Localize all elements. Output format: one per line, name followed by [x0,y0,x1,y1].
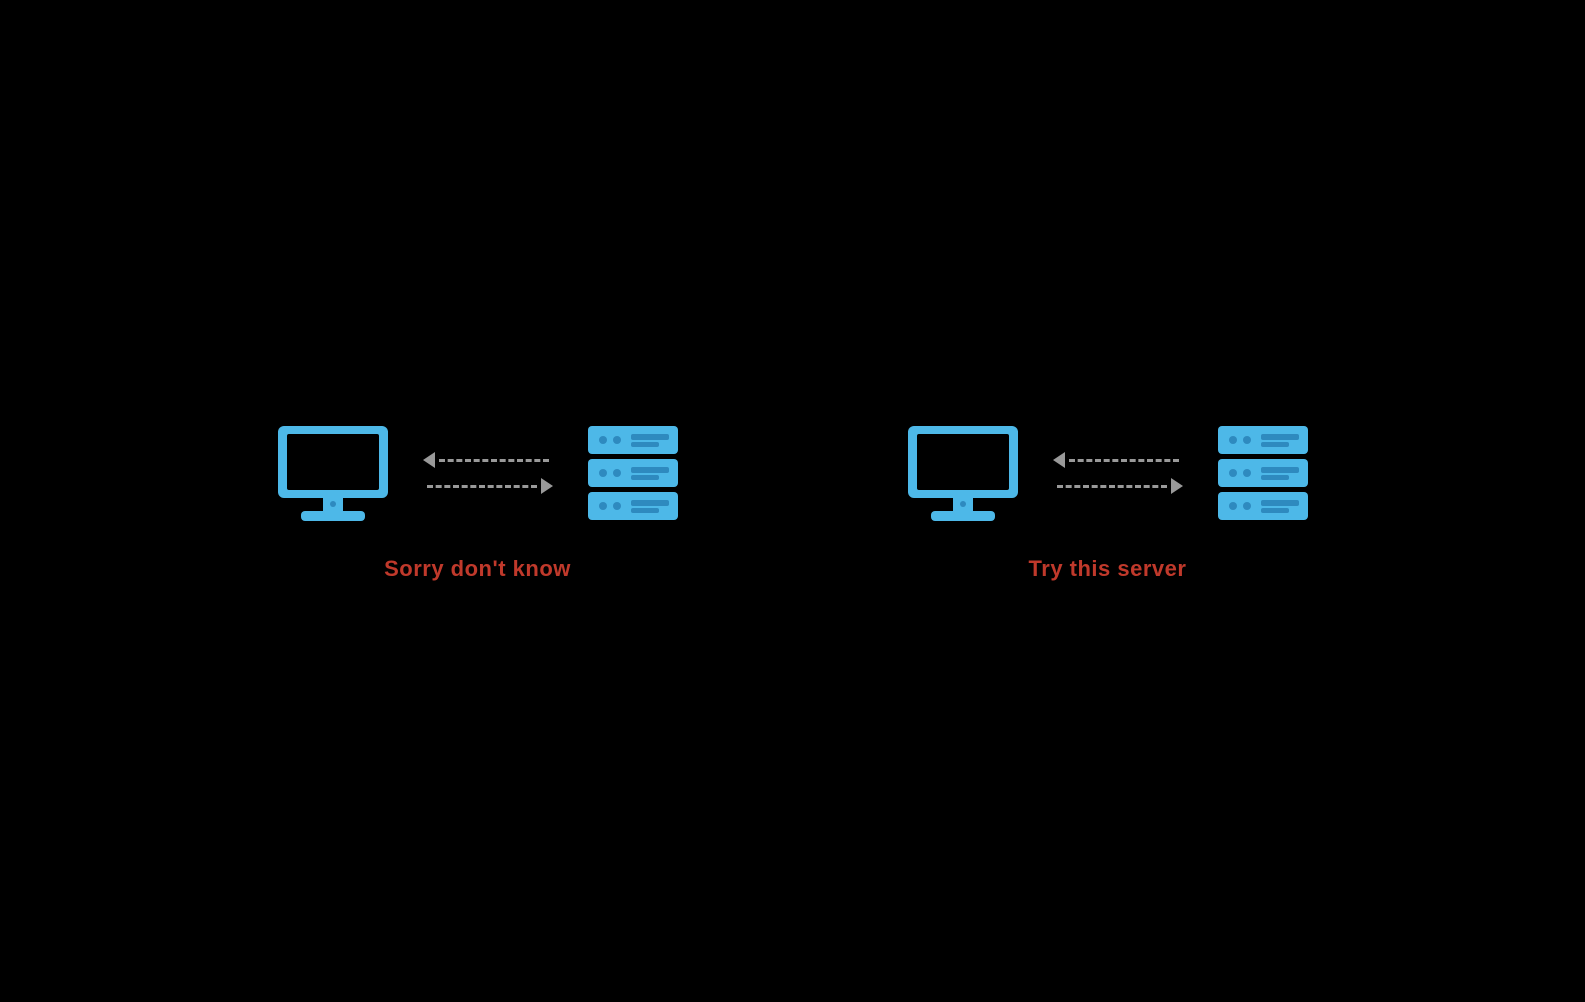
label-left: Sorry don't know [384,556,571,582]
dashed-line-forward-right [1057,485,1167,488]
dashed-line-back-right [1069,459,1179,462]
monitor-icon-left [273,421,393,526]
label-right: Try this server [1029,556,1187,582]
dashed-line-forward-left [427,485,537,488]
server-icon-left [583,421,683,526]
arrowhead-right-forward [541,478,553,494]
main-scene: Sorry don't know [273,421,1313,582]
dashed-line-back-left [439,459,549,462]
diagram-left: Sorry don't know [273,421,683,582]
arrow-back-left [423,452,553,468]
monitor-icon-right [903,421,1023,526]
arrowhead-right-right [1171,478,1183,494]
arrow-forward-left [423,478,553,494]
arrows-right [1053,452,1183,494]
arrow-back-right [1053,452,1183,468]
arrows-left [423,452,553,494]
arrowhead-left-right [1053,452,1065,468]
server-icon-right [1213,421,1313,526]
diagram-right-row [903,421,1313,526]
arrowhead-left-back [423,452,435,468]
diagram-right: Try this server [903,421,1313,582]
arrow-forward-right [1053,478,1183,494]
diagram-left-row [273,421,683,526]
